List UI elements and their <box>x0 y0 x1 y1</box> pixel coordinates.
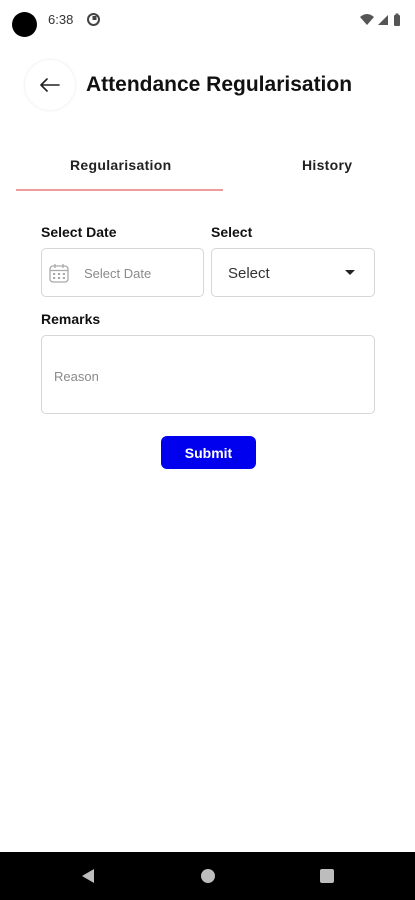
select-date-placeholder: Select Date <box>84 266 152 281</box>
submit-button[interactable]: Submit <box>161 436 256 469</box>
select-date-field[interactable]: Select Date <box>41 248 204 297</box>
remarks-label: Remarks <box>41 311 101 327</box>
back-triangle-icon[interactable] <box>80 868 96 884</box>
screen: 6:38 Attendance Regularisation Regularis… <box>0 0 415 900</box>
signal-icon <box>378 15 388 25</box>
page-title: Attendance Regularisation <box>86 73 353 96</box>
status-bar: 6:38 <box>0 0 415 40</box>
wifi-icon <box>360 14 374 25</box>
remarks-placeholder: Reason <box>54 369 99 384</box>
status-time: 6:38 <box>48 12 74 27</box>
recents-square-icon[interactable] <box>320 869 334 883</box>
status-icons <box>360 13 400 26</box>
tab-history[interactable]: History <box>302 157 352 173</box>
calendar-icon <box>49 264 69 283</box>
caret-down-icon <box>345 270 355 275</box>
select-dropdown[interactable]: Select <box>211 248 375 297</box>
select-label: Select <box>211 224 253 240</box>
system-nav-bar <box>0 852 415 900</box>
select-dropdown-value: Select <box>228 265 270 282</box>
camera-cutout <box>12 12 37 37</box>
battery-icon <box>394 13 400 26</box>
arrow-left-icon <box>40 78 60 92</box>
active-tab-indicator <box>16 189 223 191</box>
remarks-input[interactable]: Reason <box>41 335 375 414</box>
select-date-label: Select Date <box>41 224 117 240</box>
app-notification-icon <box>87 13 100 26</box>
back-button[interactable] <box>25 60 75 110</box>
home-circle-icon[interactable] <box>201 869 215 883</box>
tab-regularisation[interactable]: Regularisation <box>70 157 171 173</box>
